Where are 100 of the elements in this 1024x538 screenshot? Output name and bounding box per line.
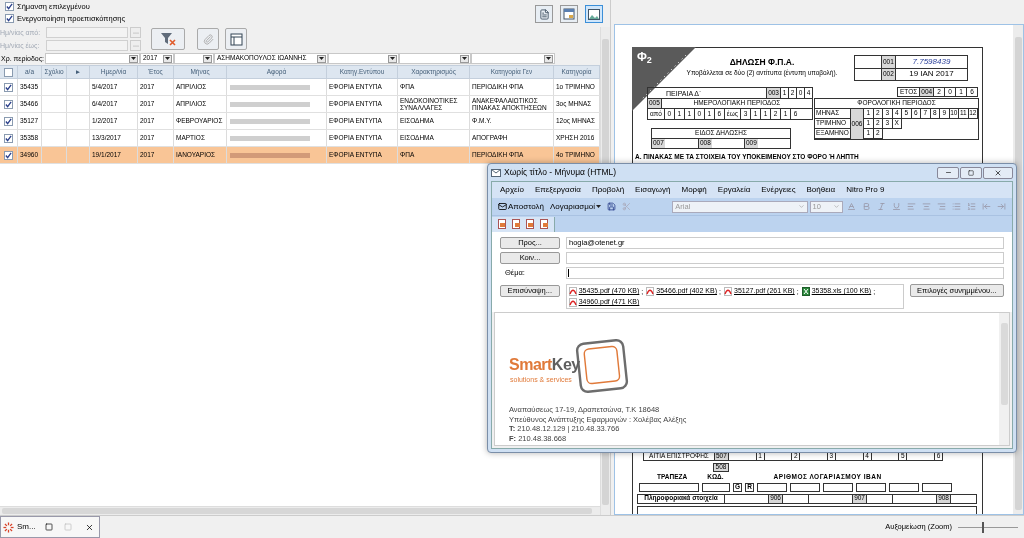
scissors-icon <box>622 202 632 211</box>
numbering-button[interactable] <box>965 200 978 213</box>
indent-icon <box>997 202 1006 211</box>
close-icon <box>994 168 1002 177</box>
caret-icon <box>596 205 602 208</box>
pdf-file-icon <box>646 286 655 296</box>
menu-item[interactable]: Εργαλεία <box>717 186 751 194</box>
menu-item[interactable]: Αρχείο <box>500 186 524 194</box>
document-icon <box>511 219 521 229</box>
stamp-value: 7.7598439 <box>894 56 967 68</box>
table-icon <box>229 32 243 46</box>
align-left-icon <box>907 202 916 211</box>
zoom-slider[interactable] <box>958 521 1018 533</box>
caret-icon <box>390 57 395 60</box>
clear-filter-button[interactable] <box>151 28 185 50</box>
bullet-list-icon <box>952 202 961 211</box>
save-button[interactable] <box>605 200 619 213</box>
checkbox[interactable] <box>4 82 13 92</box>
dropdown[interactable] <box>399 53 471 64</box>
align-left-button[interactable] <box>905 200 918 213</box>
toolbar-button[interactable] <box>585 5 603 23</box>
menu-item[interactable]: Εισαγωγή <box>635 186 671 194</box>
caret-icon <box>205 57 210 60</box>
form-title: ΔΗΛΩΣΗ Φ.Π.Α. <box>729 58 795 67</box>
menu-item[interactable]: Nitro Pro 9 <box>846 186 885 194</box>
maximize-button[interactable] <box>960 166 982 179</box>
close-button[interactable] <box>983 166 1013 179</box>
document-icon <box>539 219 549 229</box>
align-center-button[interactable] <box>920 200 933 213</box>
select-all-checkbox[interactable] <box>4 67 13 77</box>
filter-clear-icon <box>160 32 176 46</box>
form-box <box>823 482 853 492</box>
vertical-scrollbar[interactable] <box>999 313 1009 445</box>
dropdown[interactable] <box>45 53 140 64</box>
send-button[interactable]: Αποστολή <box>496 200 546 213</box>
dropdown[interactable] <box>328 53 399 64</box>
menu-item[interactable]: Προβολή <box>592 186 625 194</box>
font-color-button[interactable] <box>845 200 858 213</box>
checkbox[interactable] <box>4 99 13 109</box>
checkbox[interactable] <box>4 133 13 143</box>
outdent-button[interactable] <box>980 200 993 213</box>
horizontal-scrollbar[interactable] <box>0 506 600 515</box>
dropdown[interactable] <box>174 53 214 64</box>
form-box <box>889 482 919 492</box>
pdf-file-icon <box>568 297 577 307</box>
accounts-button[interactable]: Λογαριασμοί <box>547 200 604 213</box>
toolbar-button[interactable] <box>538 218 550 230</box>
form-number: Φ$_{2}$ <box>637 51 652 63</box>
menu-item[interactable]: Μορφή <box>681 186 707 194</box>
checkbox[interactable] <box>5 2 14 11</box>
calendar-icon <box>563 8 575 20</box>
indent-button[interactable] <box>995 200 1008 213</box>
minimize-button[interactable] <box>937 166 959 179</box>
toolbar-button[interactable] <box>524 218 536 230</box>
checkbox[interactable] <box>5 14 14 23</box>
toolbar-button[interactable] <box>560 5 578 23</box>
menu-item[interactable]: Επεξεργασία <box>534 186 581 194</box>
align-right-icon <box>937 202 946 211</box>
dropdown[interactable] <box>471 53 555 64</box>
subject-field[interactable] <box>566 267 1004 279</box>
form-box <box>639 482 699 492</box>
checkbox[interactable] <box>4 150 13 160</box>
document-icon <box>497 219 507 229</box>
align-center-icon <box>922 202 931 211</box>
envelope-icon <box>491 168 501 177</box>
toolbar-button[interactable] <box>496 218 508 230</box>
document-icon <box>538 8 550 20</box>
taskbar-label: Sm... <box>17 523 36 531</box>
underline-button[interactable] <box>890 200 903 213</box>
font-color-icon <box>847 202 856 211</box>
save-icon <box>607 202 617 211</box>
menu-item[interactable]: Ενέργειες <box>761 186 796 194</box>
taskbar-item[interactable]: Sm... <box>0 516 100 538</box>
caret-icon <box>546 57 551 60</box>
paperclip-icon <box>202 33 214 45</box>
toolbar-button[interactable] <box>510 218 522 230</box>
caret-icon <box>165 57 170 60</box>
attachment-button[interactable] <box>197 28 219 50</box>
cc-field[interactable] <box>566 252 1004 264</box>
columns-button[interactable] <box>225 28 247 50</box>
menu-item[interactable]: Βοήθεια <box>806 186 836 194</box>
image-icon <box>588 8 600 20</box>
close-icon <box>84 522 94 532</box>
italic-button[interactable] <box>875 200 888 213</box>
restore-icon <box>968 169 974 176</box>
caret-icon <box>833 203 840 210</box>
form-box <box>922 482 952 492</box>
pdf-file-icon <box>724 286 732 296</box>
spinner-icon <box>3 521 14 533</box>
italic-icon <box>877 202 886 211</box>
toolbar-button[interactable] <box>535 5 553 23</box>
bullets-button[interactable] <box>950 200 963 213</box>
minimize-icon <box>944 169 952 176</box>
window-title: Χωρίς τίτλο - Μήνυμα (HTML) <box>504 168 617 177</box>
form-box <box>757 482 787 492</box>
checkbox[interactable] <box>4 116 13 126</box>
align-right-button[interactable] <box>935 200 948 213</box>
envelope-icon <box>498 202 507 211</box>
caret-icon <box>462 57 467 60</box>
bold-icon <box>862 202 871 211</box>
